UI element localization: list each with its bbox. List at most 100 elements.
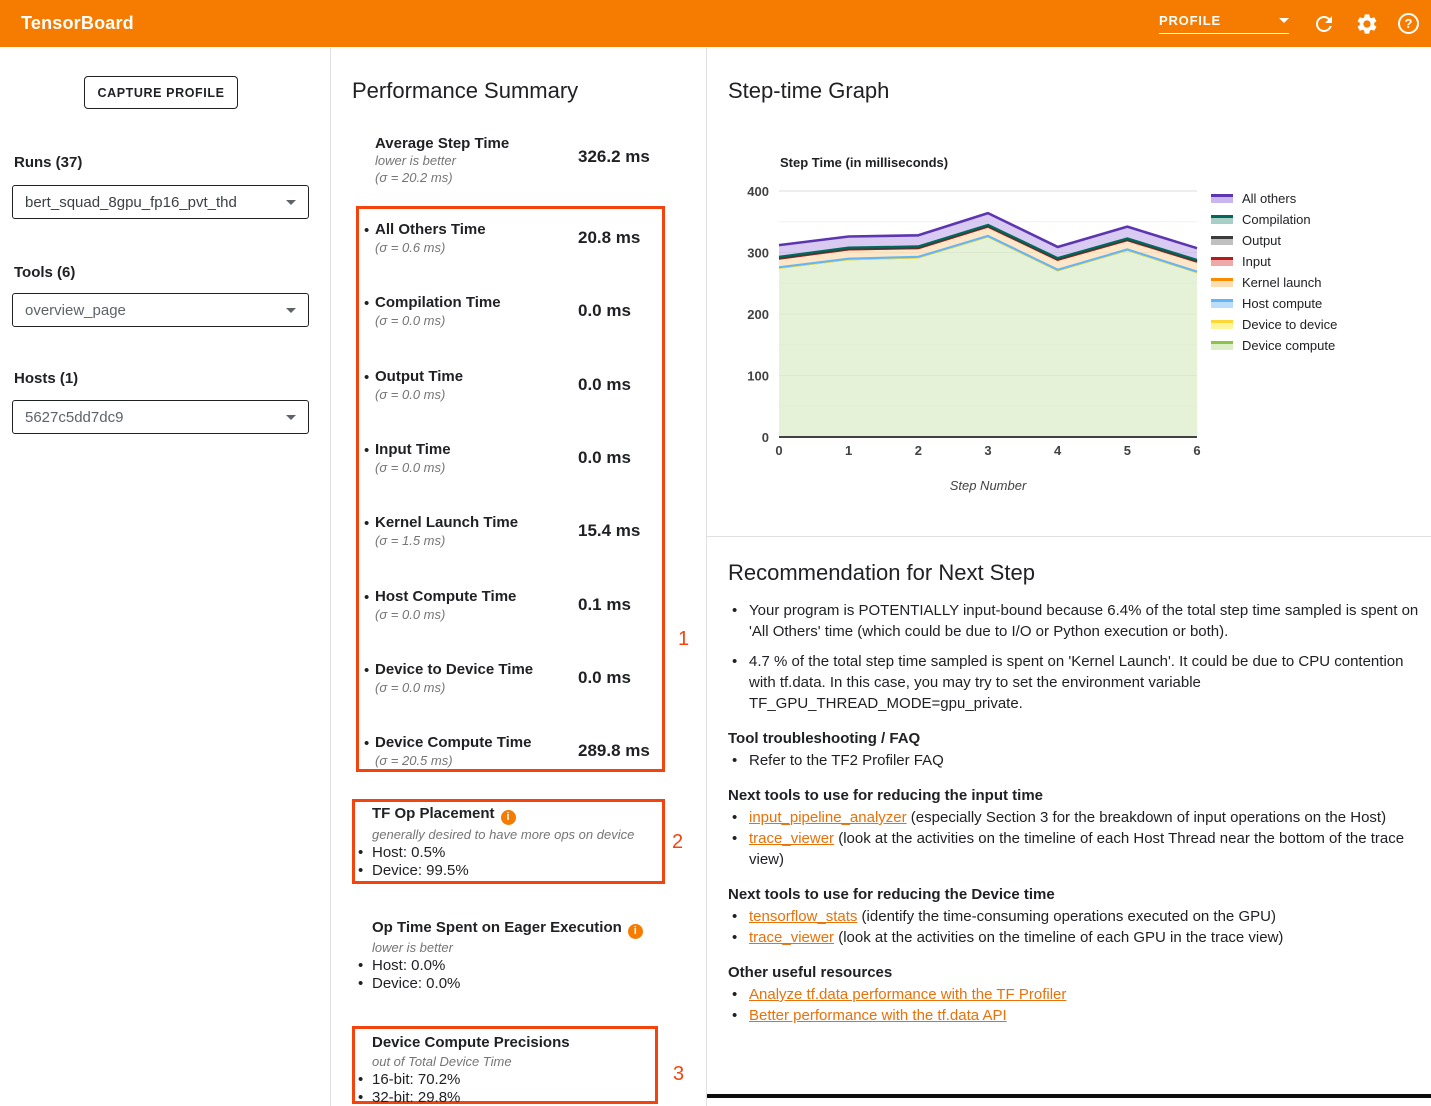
chart-legend: All othersCompilationOutputInputKernel l… xyxy=(1211,188,1337,356)
tf-op-placement-subtitle: generally desired to have more ops on de… xyxy=(372,827,634,842)
bullet: • xyxy=(732,750,737,771)
legend-swatch xyxy=(1211,299,1233,308)
svg-text:200: 200 xyxy=(747,307,769,322)
refresh-icon[interactable] xyxy=(1312,12,1336,36)
legend-swatch xyxy=(1211,320,1233,329)
bullet: • xyxy=(358,957,372,975)
list-item: •input_pipeline_analyzer (especially Sec… xyxy=(728,807,1422,828)
bullet: • xyxy=(364,515,369,532)
legend-item-device-compute: Device compute xyxy=(1211,335,1337,356)
recommendation-section: Recommendation for Next Step •Your progr… xyxy=(728,560,1422,1026)
svg-text:300: 300 xyxy=(747,246,769,261)
link-trace-viewer[interactable]: trace_viewer xyxy=(749,830,834,847)
metric-sigma: (σ = 0.0 ms) xyxy=(375,607,445,622)
link-tensorflow-stats[interactable]: tensorflow_stats xyxy=(749,908,857,925)
metric-label: Device to Device Time xyxy=(375,661,533,678)
list-item: •trace_viewer (look at the activities on… xyxy=(728,927,1422,948)
metric-sigma: (σ = 0.6 ms) xyxy=(375,240,445,255)
list-item: •trace_viewer (look at the activities on… xyxy=(728,828,1422,870)
panel-bottom-border xyxy=(707,1094,1431,1098)
precisions-title: Device Compute Precisions xyxy=(372,1034,570,1051)
svg-text:2: 2 xyxy=(915,443,922,458)
settings-gear-icon[interactable] xyxy=(1355,12,1379,36)
legend-label: Compilation xyxy=(1242,212,1311,227)
dashboard-select[interactable]: PROFILE xyxy=(1159,13,1289,34)
list-item: •32-bit: 29.8% xyxy=(358,1089,460,1106)
link-better-performance-with-the-tf-data-api[interactable]: Better performance with the tf.data API xyxy=(749,1007,1007,1024)
legend-item-host-compute: Host compute xyxy=(1211,293,1337,314)
list-item: •Better performance with the tf.data API xyxy=(728,1005,1422,1026)
help-icon[interactable]: ? xyxy=(1398,13,1419,34)
metric-value: 0.0 ms xyxy=(578,668,631,688)
app-header: TensorBoard PROFILE ? xyxy=(0,0,1431,47)
list-item: •Device: 99.5% xyxy=(358,862,469,880)
annotation-number-1: 1 xyxy=(678,628,689,651)
link-trace-viewer[interactable]: trace_viewer xyxy=(749,929,834,946)
legend-item-all-others: All others xyxy=(1211,188,1337,209)
list-item: •Refer to the TF2 Profiler FAQ xyxy=(728,750,1422,771)
precisions-list: •16-bit: 70.2%•32-bit: 29.8% xyxy=(358,1071,460,1106)
svg-text:6: 6 xyxy=(1193,443,1200,458)
legend-label: All others xyxy=(1242,191,1296,206)
metric-value: 0.0 ms xyxy=(578,301,631,321)
legend-label: Device to device xyxy=(1242,317,1337,332)
info-icon[interactable]: i xyxy=(501,810,516,825)
legend-swatch xyxy=(1211,257,1233,266)
bullet: • xyxy=(364,222,369,239)
bullet: • xyxy=(732,807,737,828)
metric-sigma: (σ = 0.0 ms) xyxy=(375,313,445,328)
metric-sigma: (σ = 20.5 ms) xyxy=(375,753,453,768)
metric-value: 0.1 ms xyxy=(578,595,631,615)
runs-select-value: bert_squad_8gpu_fp16_pvt_thd xyxy=(25,194,237,211)
metric-row-kernel-launch-time: •Kernel Launch Time(σ = 1.5 ms)15.4 ms xyxy=(359,514,662,580)
average-step-time: Average Step Time lower is better (σ = 2… xyxy=(375,135,509,186)
metric-value: 15.4 ms xyxy=(578,521,640,541)
svg-text:3: 3 xyxy=(984,443,991,458)
tools-select[interactable]: overview_page xyxy=(12,293,309,327)
average-step-time-value: 326.2 ms xyxy=(578,147,650,167)
link-analyze-tf-data-performance-with-the-tf-profiler[interactable]: Analyze tf.data performance with the TF … xyxy=(749,986,1066,1003)
svg-text:0: 0 xyxy=(762,430,769,445)
legend-label: Kernel launch xyxy=(1242,275,1322,290)
hosts-select-value: 5627c5dd7dc9 xyxy=(25,409,123,426)
metric-row-device-compute-time: •Device Compute Time(σ = 20.5 ms)289.8 m… xyxy=(359,734,662,800)
chart-title: Step Time (in milliseconds) xyxy=(780,155,948,170)
chevron-down-icon xyxy=(286,308,296,313)
legend-item-output: Output xyxy=(1211,230,1337,251)
legend-item-kernel-launch: Kernel launch xyxy=(1211,272,1337,293)
list-item: •tensorflow_stats (identify the time-con… xyxy=(728,906,1422,927)
metric-label: Kernel Launch Time xyxy=(375,514,518,531)
recommendation-bullet: •4.7 % of the total step time sampled is… xyxy=(728,651,1422,714)
bullet: • xyxy=(732,600,737,621)
capture-profile-button[interactable]: CAPTURE PROFILE xyxy=(84,76,238,109)
bullet: • xyxy=(732,984,737,1005)
app-title: TensorBoard xyxy=(21,13,134,34)
x-axis-title: Step Number xyxy=(779,478,1197,493)
info-icon[interactable]: i xyxy=(628,924,643,939)
metric-row-device-to-device-time: •Device to Device Time(σ = 0.0 ms)0.0 ms xyxy=(359,661,662,727)
legend-swatch xyxy=(1211,215,1233,224)
svg-text:0: 0 xyxy=(775,443,782,458)
tf-op-placement-title: TF Op Placementi xyxy=(372,805,516,825)
link-input-pipeline-analyzer[interactable]: input_pipeline_analyzer xyxy=(749,809,907,826)
eager-list: •Host: 0.0%•Device: 0.0% xyxy=(358,957,460,993)
annotation-box-1: •All Others Time(σ = 0.6 ms)20.8 ms•Comp… xyxy=(356,206,665,772)
runs-select[interactable]: bert_squad_8gpu_fp16_pvt_thd xyxy=(12,185,309,219)
tools-select-value: overview_page xyxy=(25,302,126,319)
bullet: • xyxy=(364,295,369,312)
legend-label: Output xyxy=(1242,233,1281,248)
metric-row-input-time: •Input Time(σ = 0.0 ms)0.0 ms xyxy=(359,441,662,507)
dashboard-select-value: PROFILE xyxy=(1159,13,1221,28)
list-item: •Host: 0.0% xyxy=(358,957,460,975)
list-item: • Analyze tf.data performance with the TF… xyxy=(728,984,1422,1005)
bullet: • xyxy=(358,844,372,862)
runs-label: Runs (37) xyxy=(14,154,82,171)
section-divider xyxy=(707,536,1431,537)
legend-swatch xyxy=(1211,236,1233,245)
bullet: • xyxy=(358,1071,372,1089)
annotation-box-3: Device Compute Precisions out of Total D… xyxy=(352,1026,658,1104)
metric-row-output-time: •Output Time(σ = 0.0 ms)0.0 ms xyxy=(359,368,662,434)
bullet: • xyxy=(364,442,369,459)
svg-text:5: 5 xyxy=(1124,443,1131,458)
hosts-select[interactable]: 5627c5dd7dc9 xyxy=(12,400,309,434)
